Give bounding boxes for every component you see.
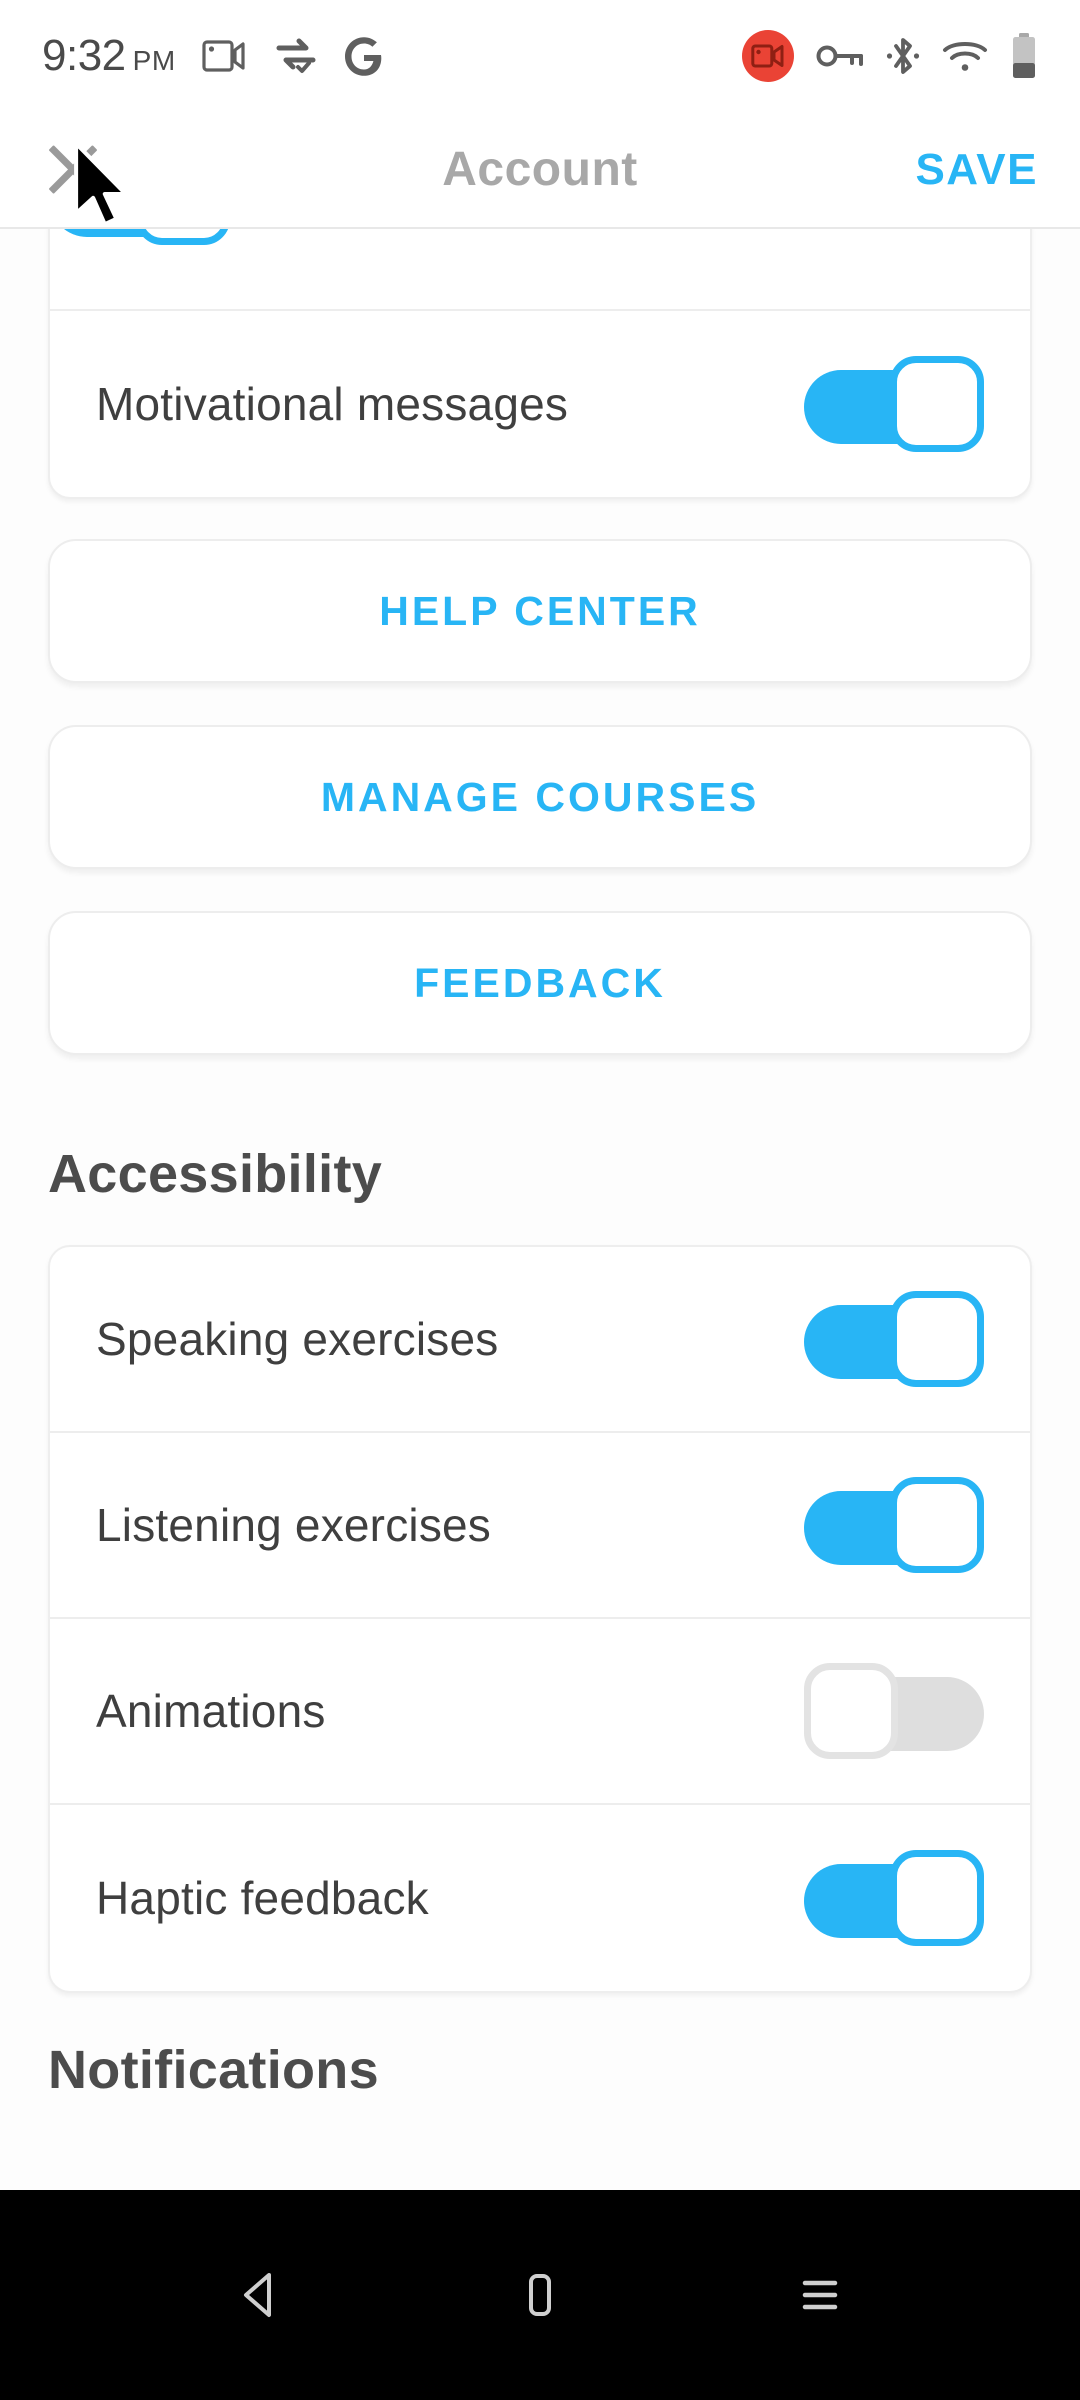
- animations-toggle[interactable]: [804, 1663, 984, 1759]
- save-button[interactable]: SAVE: [915, 145, 1038, 195]
- section-heading-notifications: Notifications: [48, 2040, 379, 2100]
- wifi-icon: [942, 38, 988, 74]
- setting-label: Animations: [96, 1685, 326, 1737]
- toggle-knob: [136, 229, 230, 245]
- video-camera-icon: [202, 37, 248, 75]
- app-bar-left: [0, 139, 200, 201]
- phone-screen: 9:32 PM Account SAVE Motivational messag…: [0, 0, 1080, 2400]
- vpn-sync-icon: [274, 36, 318, 76]
- motivational-messages-toggle[interactable]: [804, 356, 984, 452]
- toggle-knob: [890, 1291, 984, 1387]
- bluetooth-icon: [886, 34, 920, 78]
- clipped-setting-row[interactable]: [50, 229, 1030, 311]
- battery-icon: [1010, 33, 1038, 79]
- back-icon[interactable]: [200, 2235, 320, 2355]
- section-heading-accessibility: Accessibility: [48, 1144, 383, 1204]
- setting-row-listening-exercises[interactable]: Listening exercises: [50, 1433, 1030, 1619]
- page-title: Account: [442, 143, 638, 196]
- google-g-icon: [344, 35, 384, 77]
- action-button-stack: HELP CENTER MANAGE COURSES FEEDBACK: [0, 539, 1080, 1055]
- clipped-row-toggle[interactable]: [50, 229, 230, 245]
- close-icon[interactable]: [42, 139, 104, 201]
- app-bar-right: SAVE: [880, 145, 1080, 195]
- setting-label: Speaking exercises: [96, 1313, 499, 1365]
- listening-exercises-toggle[interactable]: [804, 1477, 984, 1573]
- vpn-key-icon: [816, 41, 864, 71]
- toggle-knob: [890, 356, 984, 452]
- setting-label: Haptic feedback: [96, 1872, 429, 1924]
- help-center-button[interactable]: HELP CENTER: [48, 539, 1032, 683]
- toggle-knob: [804, 1663, 898, 1759]
- status-bar-right: [742, 30, 1050, 82]
- toggle-knob: [890, 1850, 984, 1946]
- clock-time: 9:32: [42, 31, 126, 80]
- setting-row-motivational-messages[interactable]: Motivational messages: [50, 311, 1030, 497]
- accessibility-card: Speaking exercises Listening exercises A…: [48, 1245, 1032, 1993]
- setting-row-speaking-exercises[interactable]: Speaking exercises: [50, 1247, 1030, 1433]
- app-bar: Account SAVE: [0, 112, 1080, 229]
- setting-label: Motivational messages: [96, 378, 569, 430]
- speaking-exercises-toggle[interactable]: [804, 1291, 984, 1387]
- haptic-feedback-toggle[interactable]: [804, 1850, 984, 1946]
- status-bar-left: 9:32 PM: [42, 31, 384, 81]
- setting-row-haptic-feedback[interactable]: Haptic feedback: [50, 1805, 1030, 1991]
- recents-icon[interactable]: [760, 2235, 880, 2355]
- settings-scroll-area[interactable]: Motivational messages HELP CENTER MANAGE…: [0, 229, 1080, 2190]
- toggle-knob: [890, 1477, 984, 1573]
- manage-courses-button[interactable]: MANAGE COURSES: [48, 725, 1032, 869]
- screen-record-icon: [742, 30, 794, 82]
- setting-row-animations[interactable]: Animations: [50, 1619, 1030, 1805]
- home-icon[interactable]: [480, 2235, 600, 2355]
- status-bar-clock: 9:32 PM: [42, 31, 176, 81]
- feedback-button[interactable]: FEEDBACK: [48, 911, 1032, 1055]
- clock-meridiem: PM: [132, 45, 176, 76]
- status-bar: 9:32 PM: [0, 0, 1080, 112]
- preferences-card: Motivational messages: [48, 229, 1032, 499]
- setting-label: Listening exercises: [96, 1499, 492, 1551]
- android-nav-bar: [0, 2190, 1080, 2400]
